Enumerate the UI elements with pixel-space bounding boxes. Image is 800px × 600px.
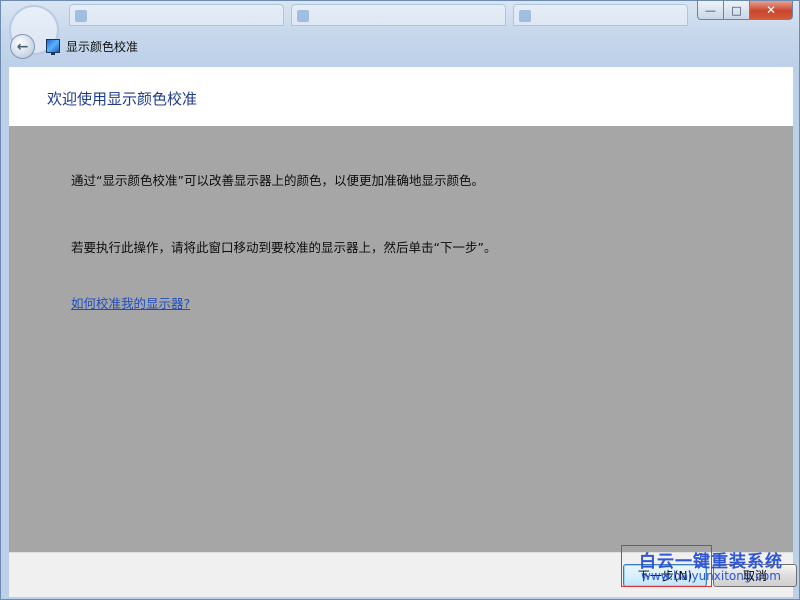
display-color-calibration-icon: [46, 39, 60, 55]
window-frame: — □ ✕ ← 显示颜色校准 欢迎使用显示颜色校准 通过“显示颜色校准”可以改善…: [0, 0, 800, 600]
minimize-button[interactable]: —: [697, 1, 723, 20]
close-icon: ✕: [765, 3, 777, 17]
close-button[interactable]: ✕: [749, 1, 793, 20]
maximize-button[interactable]: □: [723, 1, 749, 20]
minimize-icon: —: [705, 3, 716, 17]
back-button[interactable]: ←: [10, 34, 35, 59]
caption-buttons: — □ ✕: [697, 1, 793, 21]
instruction-paragraph: 若要执行此操作，请将此窗口移动到要校准的显示器上，然后单击“下一步”。: [71, 240, 497, 255]
background-tab: [291, 4, 506, 26]
page-heading: 欢迎使用显示颜色校准: [47, 90, 198, 108]
help-link[interactable]: 如何校准我的显示器?: [71, 293, 190, 312]
content-header: 欢迎使用显示颜色校准: [9, 67, 793, 126]
background-tab: [513, 4, 688, 26]
maximize-icon: □: [731, 3, 742, 17]
background-tab: [69, 4, 284, 26]
intro-paragraph: 通过“显示颜色校准”可以改善显示器上的颜色，以便更加准确地显示颜色。: [71, 173, 484, 188]
watermark-url: www.baiyunxitong.com: [641, 569, 781, 583]
back-arrow-icon: ←: [16, 38, 29, 55]
window-title: 显示颜色校准: [66, 40, 139, 54]
content-main: 通过“显示颜色校准”可以改善显示器上的颜色，以便更加准确地显示颜色。 若要执行此…: [9, 126, 793, 552]
